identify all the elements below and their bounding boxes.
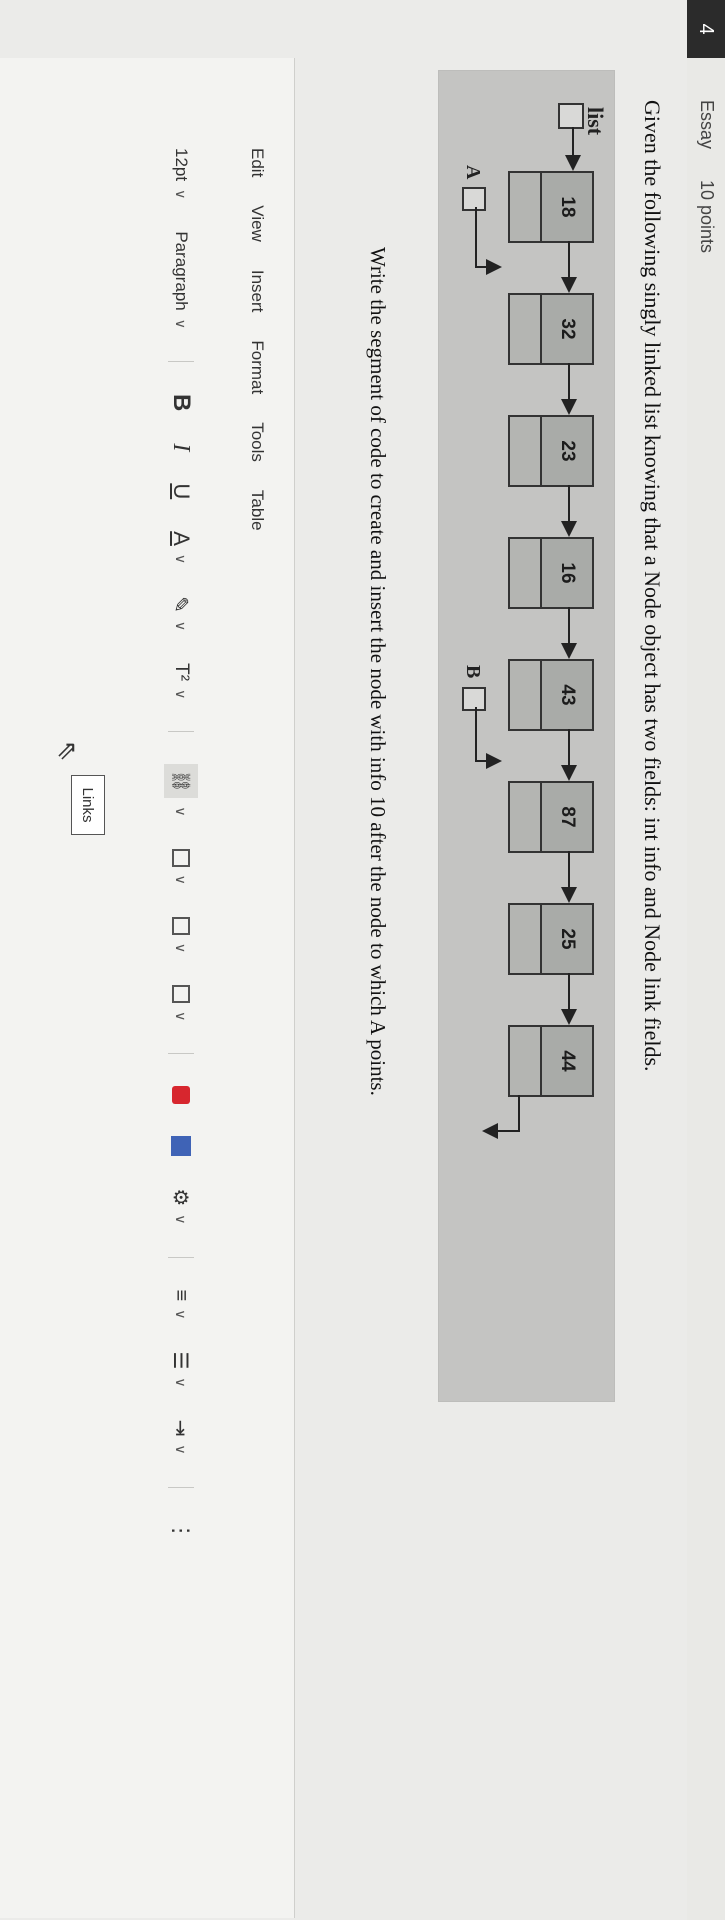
toolbar-divider (168, 1486, 194, 1488)
menu-view[interactable]: View (247, 205, 267, 242)
pointer-a-arrow (475, 207, 502, 275)
chevron-down-icon: ∨ (173, 689, 190, 700)
insert-link-button[interactable]: ⛓ ∨ (164, 764, 198, 817)
document-icon (172, 985, 190, 1004)
chevron-down-icon: ∨ (173, 806, 190, 817)
mouse-cursor-icon: ⇖ (53, 740, 82, 762)
pointer-b-arrow (475, 707, 502, 769)
chevron-down-icon: ∨ (173, 189, 190, 200)
embed-app-button[interactable] (171, 1136, 191, 1157)
chevron-down-icon: ∨ (173, 1309, 190, 1320)
chevron-down-icon: ∨ (173, 874, 190, 885)
link-icon: ⛓ (164, 764, 198, 799)
highlight-color-button[interactable]: ✎ ∨ (169, 596, 194, 631)
bold-button[interactable]: B (167, 394, 195, 411)
insert-document-button[interactable]: ∨ (172, 985, 190, 1021)
menu-tools[interactable]: Tools (247, 422, 267, 462)
menu-table[interactable]: Table (247, 490, 267, 531)
menu-format[interactable]: Format (247, 340, 267, 394)
links-tooltip: Links (71, 775, 105, 835)
font-size-value: 12pt (172, 148, 191, 182)
superscript-button[interactable]: T² ∨ (170, 663, 192, 699)
question-points: 10 points (697, 180, 717, 254)
null-link-arrow (482, 1095, 520, 1139)
chevron-down-icon: ∨ (173, 1377, 190, 1388)
toolbar-divider (168, 731, 194, 733)
editor-menubar: Edit View Insert Format Tools Table (247, 148, 267, 531)
chevron-down-icon: ∨ (173, 318, 190, 329)
list-button[interactable]: ☰ ∨ (169, 1351, 194, 1387)
chevron-down-icon: ∨ (173, 1214, 190, 1225)
text-color-icon: A (169, 531, 194, 546)
align-button[interactable]: ≡ ∨ (170, 1290, 193, 1320)
chevron-down-icon: ∨ (173, 620, 190, 632)
insert-media-button[interactable]: ∨ (172, 916, 190, 954)
accessibility-button[interactable]: ⚙ ∨ (169, 1188, 194, 1224)
question-number: 4 (687, 0, 725, 58)
menu-insert[interactable]: Insert (247, 270, 267, 313)
linked-list-figure: list 18 32 23 16 43 87 25 44 A B (438, 70, 615, 1402)
question-header (687, 58, 725, 1920)
toolbar-divider (168, 360, 194, 362)
editor-toolbar: 12pt ∨ Paragraph ∨ B I U A ∨ ✎ ∨ T² ∨ ⛓ … (161, 148, 201, 1574)
task-text: Write the segment of code to create and … (366, 247, 390, 1096)
quiz-page: 4 Essay 10 points Given the following si… (0, 0, 725, 1920)
chevron-down-icon: ∨ (173, 553, 190, 565)
record-media-button[interactable] (172, 1086, 190, 1105)
underline-button[interactable]: U (168, 483, 194, 499)
font-size-select[interactable]: 12pt ∨ (171, 148, 191, 199)
plugin-icon: ⚙ (169, 1188, 192, 1207)
block-format-value: Paragraph (172, 231, 191, 311)
indent-button[interactable]: ⇥ ∨ (169, 1420, 194, 1455)
menu-edit[interactable]: Edit (247, 148, 267, 177)
insert-image-button[interactable]: ∨ (172, 848, 190, 885)
toolbar-divider (168, 1053, 194, 1055)
highlighter-icon: ✎ (169, 596, 192, 613)
superscript-icon: T² (171, 663, 192, 682)
block-format-select[interactable]: Paragraph ∨ (171, 231, 191, 329)
indent-icon: ⇥ (169, 1419, 192, 1437)
media-icon (172, 916, 190, 935)
link-arrows (475, 127, 581, 1139)
chevron-down-icon: ∨ (173, 1444, 190, 1455)
question-type: Essay (697, 100, 717, 150)
toolbar-divider (168, 1256, 194, 1258)
record-icon (172, 1086, 190, 1105)
question-prompt: Given the following singly linked list k… (640, 100, 665, 1072)
apps-icon (171, 1136, 191, 1157)
more-options-button[interactable]: ⋮ (168, 1520, 194, 1542)
rich-text-editor[interactable]: Edit View Insert Format Tools Table 12pt… (0, 58, 295, 1918)
image-icon (172, 848, 190, 867)
text-color-button[interactable]: A ∨ (168, 531, 194, 564)
bulleted-list-icon: ☰ (169, 1351, 192, 1370)
chevron-down-icon: ∨ (173, 1011, 190, 1022)
italic-button[interactable]: I (168, 443, 195, 451)
chevron-down-icon: ∨ (173, 942, 190, 954)
align-left-icon: ≡ (170, 1289, 193, 1302)
